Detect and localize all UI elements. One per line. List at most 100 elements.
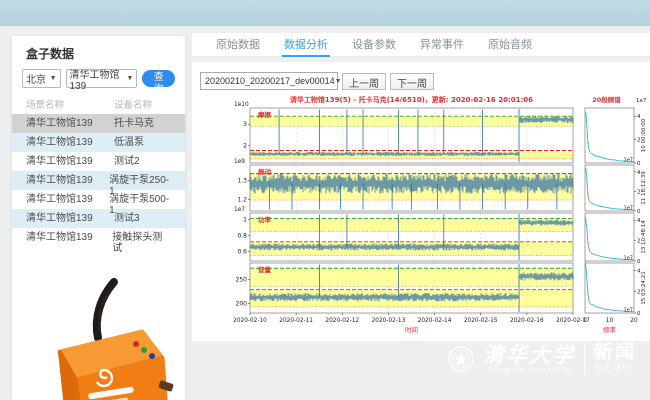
tsinghua-logo-icon <box>448 346 474 372</box>
analysis-chart: 清华工物馆139(5) - 托卡马克(14/6510)，更新: 2020-02-… <box>216 94 650 340</box>
device-box <box>60 332 174 400</box>
svg-text:1e7: 1e7 <box>624 256 633 262</box>
svg-text:20段频谱: 20段频谱 <box>592 95 621 104</box>
device-cell: 涡旋干泵250-1 <box>109 175 171 186</box>
sidebar-panel: 盒子数据 北京 ▼ 清华工物馆139 ▼ 查询 场景名称 设备名称 清华工物馆1… <box>12 36 185 400</box>
app-window: 盒子数据 北京 ▼ 清华工物馆139 ▼ 查询 场景名称 设备名称 清华工物馆1… <box>0 0 650 400</box>
svg-text:1e7: 1e7 <box>624 158 633 164</box>
prev-week-button[interactable]: 上一周 <box>342 73 386 90</box>
region-select-value: 北京 <box>26 71 46 86</box>
tab-3[interactable]: 异常事件 <box>420 33 464 57</box>
table-row[interactable]: 清华工物馆139测试2 <box>12 152 185 171</box>
svg-text:2020-02-14: 2020-02-14 <box>418 318 452 324</box>
table-row[interactable]: 清华工物馆139涡旋干泵250-1 <box>12 171 185 190</box>
watermark-news-en: NEWS <box>594 362 636 374</box>
query-button[interactable]: 查询 <box>142 70 175 87</box>
svg-text:250: 250 <box>236 277 248 284</box>
dataset-select-value: 20200210_20200217_dev00014 <box>205 76 335 86</box>
venue-cell: 清华工物馆139 <box>26 156 114 167</box>
tab-4[interactable]: 原始音频 <box>488 33 532 57</box>
chevron-down-icon: ▼ <box>335 78 342 85</box>
svg-text:2020-02-11: 2020-02-11 <box>279 318 313 324</box>
svg-text:15 03:24:21: 15 03:24:21 <box>641 271 647 304</box>
svg-text:2020-02-13: 2020-02-13 <box>372 318 406 324</box>
analysis-panel: 20200210_20200217_dev00014 ▼ 上一周 下一周 清华工… <box>192 62 650 341</box>
svg-text:1e7: 1e7 <box>624 206 633 212</box>
week-controls: 20200210_20200217_dev00014 ▼ 上一周 下一周 <box>192 62 650 90</box>
watermark-divider <box>584 344 585 374</box>
svg-text:2020-02-10: 2020-02-10 <box>233 318 267 324</box>
device-cell: 测试3 <box>114 213 140 224</box>
svg-text:2020-02-12: 2020-02-12 <box>325 318 359 324</box>
svg-text:200: 200 <box>236 300 248 307</box>
svg-text:摩擦: 摩擦 <box>258 110 272 119</box>
chevron-down-icon: ▼ <box>127 75 134 82</box>
svg-text:时间: 时间 <box>405 325 418 334</box>
sidebar-title: 盒子数据 <box>12 36 185 66</box>
svg-text:振动: 振动 <box>258 167 272 176</box>
svg-text:功率: 功率 <box>258 215 272 224</box>
led-red <box>133 341 139 347</box>
venue-cell: 清华工物馆139 <box>26 137 114 148</box>
svg-text:音量: 音量 <box>258 265 272 274</box>
device-cell: 低温泵 <box>114 137 144 148</box>
table-row[interactable]: 清华工物馆139接触探头测试 <box>12 228 185 247</box>
svg-text:2: 2 <box>637 290 641 296</box>
table-row[interactable]: 清华工物馆139测试3 <box>12 209 185 228</box>
svg-text:1e7: 1e7 <box>636 98 647 104</box>
svg-text:10: 10 <box>606 318 614 324</box>
device-cell: 测试2 <box>114 156 140 167</box>
column-device: 设备名称 <box>114 97 152 111</box>
svg-text:0: 0 <box>637 209 641 215</box>
svg-text:1e10: 1e10 <box>234 102 249 108</box>
device-table-header: 场景名称 设备名称 <box>12 94 185 114</box>
top-banner <box>0 0 650 26</box>
table-row[interactable]: 清华工物馆139涡旋干泵500-1 <box>12 190 185 209</box>
svg-text:1.2: 1.2 <box>237 197 247 204</box>
svg-text:2: 2 <box>637 138 641 144</box>
venue-cell: 清华工物馆139 <box>26 194 109 205</box>
svg-text:2: 2 <box>243 143 247 150</box>
svg-text:1e7: 1e7 <box>624 308 633 314</box>
sidebar-controls: 北京 ▼ 清华工物馆139 ▼ 查询 <box>12 66 185 94</box>
led-blue <box>149 353 155 359</box>
svg-text:1e7: 1e7 <box>234 207 245 213</box>
tab-2[interactable]: 设备参数 <box>352 33 396 57</box>
device-cell: 托卡马克 <box>114 118 154 129</box>
watermark-news-cn: 新闻 <box>594 344 636 362</box>
svg-text:频率: 频率 <box>603 325 617 334</box>
venue-select-value: 清华工物馆139 <box>70 66 124 92</box>
svg-text:1.3: 1.3 <box>237 177 247 184</box>
svg-text:10 00:00:00: 10 00:00:00 <box>641 118 647 152</box>
tab-1[interactable]: 数据分析 <box>284 33 328 57</box>
column-venue: 场景名称 <box>26 97 114 111</box>
svg-text:清华工物馆139(5) - 托卡马克(14/6510)，更新: 清华工物馆139(5) - 托卡马克(14/6510)，更新: 2020-02-… <box>290 95 533 104</box>
svg-text:20: 20 <box>630 318 638 324</box>
dataset-select[interactable]: 20200210_20200217_dev00014 ▼ <box>200 72 338 90</box>
next-week-button[interactable]: 下一周 <box>390 73 434 90</box>
venue-cell: 清华工物馆139 <box>26 232 112 243</box>
tab-0[interactable]: 原始数据 <box>216 33 260 57</box>
svg-text:1: 1 <box>243 216 247 223</box>
region-select[interactable]: 北京 ▼ <box>22 69 61 88</box>
venue-cell: 清华工物馆139 <box>26 118 114 129</box>
svg-text:2020-02-16: 2020-02-16 <box>510 318 544 324</box>
table-row[interactable]: 清华工物馆139低温泵 <box>12 133 185 152</box>
chevron-down-icon: ▼ <box>50 75 57 82</box>
chart-area: 清华工物馆139(5) - 托卡马克(14/6510)，更新: 2020-02-… <box>216 94 650 345</box>
led-green <box>141 347 147 353</box>
svg-text:0: 0 <box>637 311 641 317</box>
venue-select[interactable]: 清华工物馆139 ▼ <box>66 69 138 88</box>
svg-text:2: 2 <box>637 189 641 195</box>
main-tabbar: 原始数据数据分析设备参数异常事件原始音频 <box>192 33 650 57</box>
watermark: 清华大学 Tsinghua University 新闻 NEWS <box>448 344 636 374</box>
svg-text:11 18:12:39: 11 18:12:39 <box>641 171 647 205</box>
svg-text:0: 0 <box>637 259 641 265</box>
svg-text:0.6: 0.6 <box>237 248 247 255</box>
device-cell: 涡旋干泵500-1 <box>109 194 171 205</box>
svg-text:0: 0 <box>637 161 641 167</box>
svg-text:0.8: 0.8 <box>237 232 247 239</box>
svg-text:0: 0 <box>583 318 587 324</box>
venue-cell: 清华工物馆139 <box>26 213 114 224</box>
table-row[interactable]: 清华工物馆139托卡马克 <box>12 114 185 133</box>
